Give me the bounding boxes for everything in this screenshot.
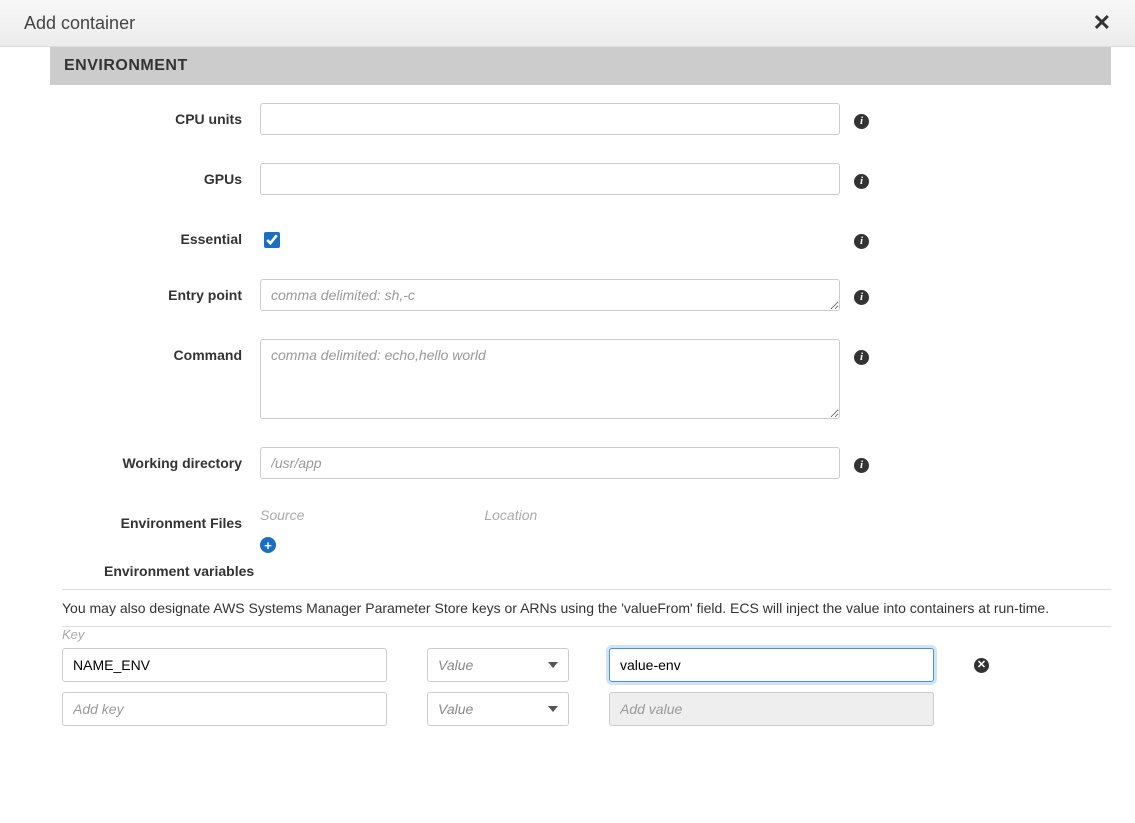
label-essential: Essential bbox=[50, 223, 260, 247]
gpus-input[interactable] bbox=[260, 163, 840, 195]
modal-body: ENVIRONMENT CPU units i GPUs i Essential… bbox=[0, 47, 1135, 766]
info-icon[interactable]: i bbox=[854, 114, 869, 129]
env-key-input-new[interactable] bbox=[62, 692, 387, 726]
label-entry-point: Entry point bbox=[50, 279, 260, 303]
label-cpu-units: CPU units bbox=[50, 103, 260, 127]
command-textarea[interactable] bbox=[260, 339, 840, 419]
env-key-column-header: Key bbox=[62, 627, 1111, 642]
env-type-select-value: Value bbox=[438, 701, 473, 717]
env-type-select[interactable]: Value bbox=[427, 692, 569, 726]
info-icon[interactable]: i bbox=[854, 350, 869, 365]
section-header-environment: ENVIRONMENT bbox=[50, 47, 1111, 85]
remove-row-icon[interactable]: ✕ bbox=[974, 658, 989, 673]
cpu-units-input[interactable] bbox=[260, 103, 840, 135]
row-command: Command i bbox=[50, 339, 1111, 419]
label-gpus: GPUs bbox=[50, 163, 260, 187]
label-command: Command bbox=[50, 339, 260, 363]
env-var-row: Value ✕ bbox=[62, 648, 1111, 682]
env-value-input-new[interactable] bbox=[609, 692, 934, 726]
info-icon[interactable]: i bbox=[854, 234, 869, 249]
env-key-input[interactable] bbox=[62, 648, 387, 682]
env-var-row: Value bbox=[62, 692, 1111, 726]
env-vars-area: Key Value ✕ Value bbox=[62, 627, 1111, 726]
modal-title: Add container bbox=[24, 13, 135, 34]
env-type-select[interactable]: Value bbox=[427, 648, 569, 682]
essential-checkbox[interactable] bbox=[264, 232, 280, 248]
env-files-col-source: Source bbox=[260, 507, 304, 523]
row-cpu-units: CPU units i bbox=[50, 103, 1111, 135]
env-files-col-location: Location bbox=[484, 507, 537, 523]
divider bbox=[62, 589, 1111, 590]
close-icon[interactable]: ✕ bbox=[1093, 12, 1111, 34]
info-icon[interactable]: i bbox=[854, 290, 869, 305]
chevron-down-icon bbox=[548, 706, 558, 712]
add-env-file-icon[interactable]: + bbox=[260, 537, 276, 553]
row-working-directory: Working directory i bbox=[50, 447, 1111, 479]
environment-variables-heading: Environment variables bbox=[104, 563, 1111, 579]
chevron-down-icon bbox=[548, 662, 558, 668]
env-value-input[interactable] bbox=[609, 648, 934, 682]
label-working-directory: Working directory bbox=[50, 447, 260, 471]
form-area: CPU units i GPUs i Essential i Entry poi… bbox=[50, 85, 1111, 553]
row-essential: Essential i bbox=[50, 223, 1111, 251]
modal-header: Add container ✕ bbox=[0, 0, 1135, 47]
row-gpus: GPUs i bbox=[50, 163, 1111, 195]
info-icon[interactable]: i bbox=[854, 458, 869, 473]
env-type-select-value: Value bbox=[438, 657, 473, 673]
working-directory-input[interactable] bbox=[260, 447, 840, 479]
row-environment-files: Environment Files Source Location + bbox=[50, 507, 1111, 553]
env-vars-help-text: You may also designate AWS Systems Manag… bbox=[62, 600, 1111, 616]
row-entry-point: Entry point i bbox=[50, 279, 1111, 311]
label-environment-files: Environment Files bbox=[50, 507, 260, 531]
info-icon[interactable]: i bbox=[854, 174, 869, 189]
entry-point-textarea[interactable] bbox=[260, 279, 840, 311]
